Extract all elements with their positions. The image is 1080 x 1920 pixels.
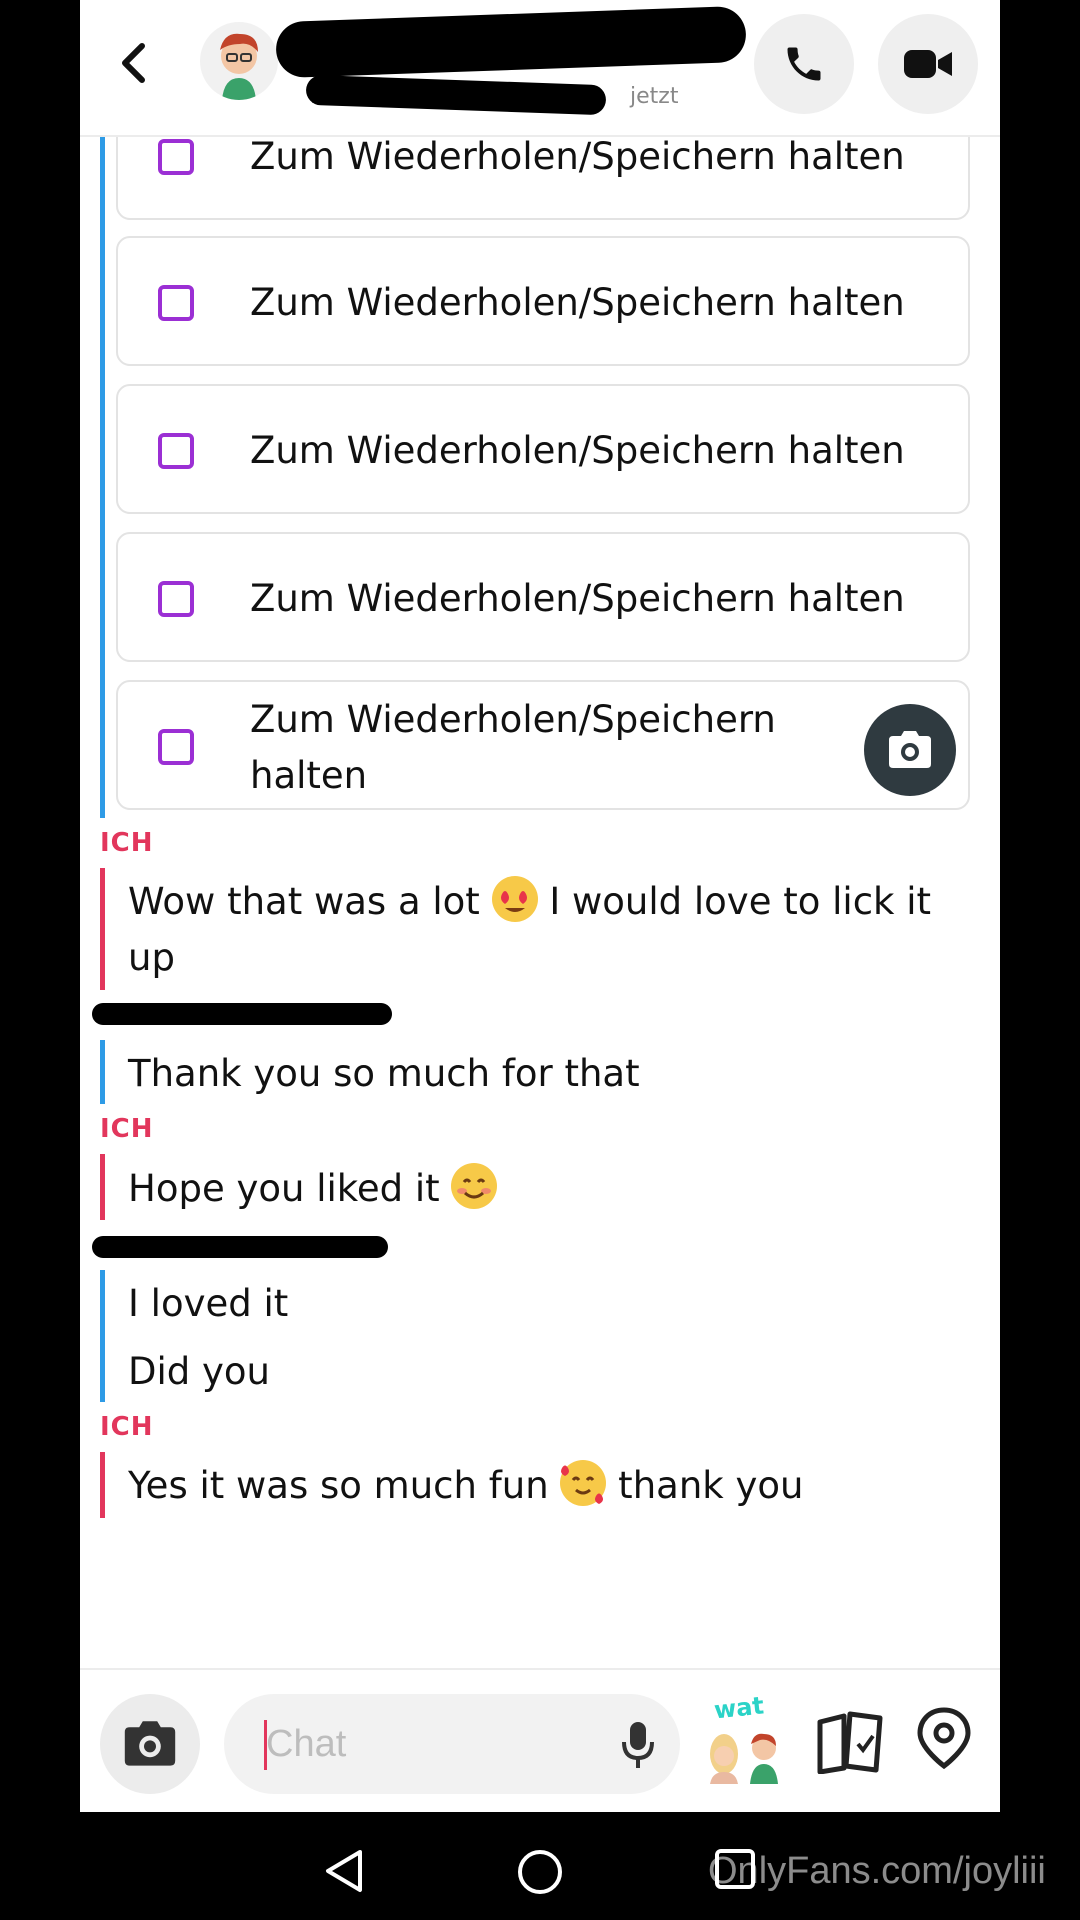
redacted-subtitle [305, 74, 607, 116]
snap-label: Zum Wiederholen/Speichern halten [250, 429, 905, 472]
snap-checkbox [158, 285, 194, 321]
cards-icon[interactable] [814, 1710, 886, 1774]
reply-camera-button[interactable] [864, 704, 956, 796]
location-icon[interactable] [914, 1706, 974, 1770]
sender-label-me: ICH [100, 1114, 154, 1144]
redacted-sender-label [92, 1236, 388, 1258]
video-icon [904, 50, 952, 78]
smiling-hearts-emoji-icon [560, 1460, 607, 1506]
snap-item[interactable]: Zum Wiederholen/Speichern halten [116, 384, 970, 514]
nav-back-icon[interactable] [320, 1846, 370, 1896]
message-text-part: Yes it was so much fun [128, 1464, 561, 1507]
header-status: jetzt [630, 84, 679, 109]
message-text-part: Wow that was a lot [128, 880, 492, 923]
snap-label: Zum Wiederholen/Speichern halten [250, 577, 905, 620]
friend-thread-bar [100, 135, 105, 818]
text-cursor [264, 1720, 267, 1770]
friend-thread-bar [100, 1270, 105, 1402]
nav-home-icon[interactable] [514, 1846, 566, 1898]
snap-label: Zum Wiederholen/Speichern halten [250, 281, 905, 324]
snap-label: Zum Wiederholen/Speichern halten [250, 135, 905, 178]
phone-icon [787, 47, 821, 81]
message-text: I loved it [128, 1282, 289, 1325]
bitmoji-icon [710, 1733, 778, 1784]
redacted-sender-label [92, 1003, 392, 1025]
camera-icon [889, 731, 931, 768]
message-text: Yes it was so much fun thank you [128, 1458, 803, 1514]
message-text-part: I would love to lick it [537, 880, 932, 923]
message-text: up [128, 936, 175, 979]
me-thread-bar [100, 868, 105, 990]
me-thread-bar [100, 1452, 105, 1518]
snap-item[interactable]: Zum Wiederholen/Speichern halten [116, 680, 970, 810]
snap-item[interactable]: Zum Wiederholen/Speichern halten [116, 532, 970, 662]
composer-bar: wat [80, 1668, 1000, 1812]
snap-checkbox [158, 139, 194, 175]
camera-icon [124, 1721, 176, 1766]
sender-label-me: ICH [100, 1412, 154, 1442]
snap-checkbox [158, 729, 194, 765]
smiling-emoji-icon [451, 1163, 498, 1209]
chat-screen: Mar jetzt Zum Wiederholen/Speichern halt… [80, 0, 1000, 1812]
snap-label-line1: Zum Wiederholen/Speichern [250, 698, 776, 741]
watermark: OnlyFans.com/joyliii [708, 1850, 1046, 1892]
message-text: Wow that was a lot I would love to lick … [128, 874, 931, 930]
chat-input[interactable] [224, 1694, 680, 1794]
chat-header: Mar jetzt [80, 0, 1000, 137]
call-button[interactable] [754, 14, 854, 114]
friend-thread-bar [100, 1040, 105, 1104]
snap-checkbox [158, 581, 194, 617]
avatar[interactable] [200, 22, 278, 100]
message-text-part: Hope you liked it [128, 1167, 452, 1210]
video-call-button[interactable] [878, 14, 978, 114]
snap-checkbox [158, 433, 194, 469]
snap-label-line2: halten [250, 754, 368, 797]
me-thread-bar [100, 1154, 105, 1220]
snap-item[interactable]: Zum Wiederholen/Speichern halten [116, 236, 970, 366]
back-chevron-icon[interactable] [110, 38, 160, 88]
camera-button[interactable] [100, 1694, 200, 1794]
redacted-name [275, 5, 747, 79]
microphone-icon[interactable] [620, 1720, 656, 1770]
message-text: Thank you so much for that [128, 1052, 640, 1095]
heart-eyes-emoji-icon [491, 876, 538, 922]
sender-label-me: ICH [100, 828, 154, 858]
bitmoji-button[interactable]: wat [704, 1691, 788, 1784]
message-text: Did you [128, 1350, 271, 1393]
message-text-part: thank you [606, 1464, 804, 1507]
message-text: Hope you liked it [128, 1161, 498, 1217]
